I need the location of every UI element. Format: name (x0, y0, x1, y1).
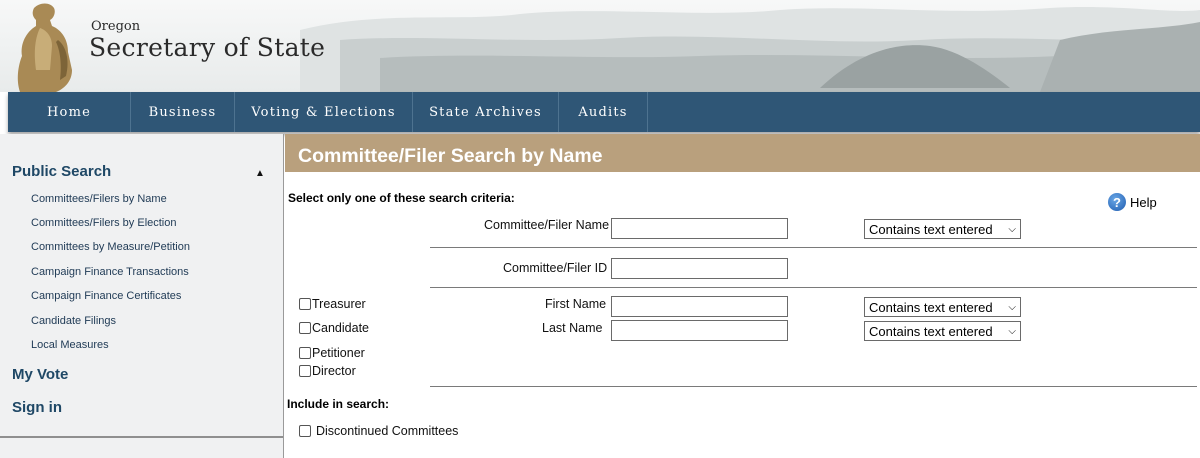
brand-title[interactable]: Secretary of State (89, 33, 325, 62)
nav-audits[interactable]: Audits (559, 92, 648, 132)
treasurer-checkbox[interactable]: Treasurer (299, 297, 366, 311)
brand-state-name: Oregon (91, 19, 141, 34)
first-name-match-value: Contains text entered (869, 299, 993, 315)
chevron-down-icon: ⌵ (1008, 301, 1016, 313)
last-name-match-value: Contains text entered (869, 323, 993, 339)
candidate-checkbox[interactable]: Candidate (299, 321, 369, 335)
help-label: Help (1130, 194, 1157, 210)
sidebar: Public Search ▲ Committees/Filers by Nam… (0, 134, 284, 458)
divider (430, 287, 1197, 288)
search-instructions: Select only one of these search criteria… (288, 191, 515, 205)
help-link[interactable]: ? Help (1108, 193, 1157, 211)
help-icon: ? (1108, 193, 1126, 211)
sidebar-link-local-measures[interactable]: Local Measures (31, 339, 109, 351)
main-navigation: Home Business Voting & Elections State A… (8, 92, 1200, 132)
committee-name-input[interactable] (611, 218, 788, 239)
include-in-search-label: Include in search: (287, 397, 390, 411)
chevron-down-icon: ⌵ (1008, 325, 1016, 337)
nav-state-archives[interactable]: State Archives (413, 92, 559, 132)
first-name-input[interactable] (611, 296, 788, 317)
committee-id-label: Committee/Filer ID (503, 261, 608, 275)
collapse-triangle-icon[interactable]: ▲ (255, 168, 265, 179)
page-title-bar: Committee/Filer Search by Name (285, 134, 1200, 172)
sidebar-sign-in[interactable]: Sign in (12, 399, 62, 416)
divider (430, 386, 1197, 387)
last-name-label: Last Name (542, 321, 603, 335)
sidebar-heading-public-search[interactable]: Public Search (12, 163, 111, 180)
divider (430, 247, 1197, 248)
sidebar-link-committees-by-measure[interactable]: Committees by Measure/Petition (31, 241, 190, 253)
site-header: Oregon Secretary of State (0, 0, 1200, 92)
page-title: Committee/Filer Search by Name (298, 145, 603, 167)
sidebar-link-committees-by-election[interactable]: Committees/Filers by Election (31, 217, 177, 229)
first-name-match-select[interactable]: Contains text entered ⌵ (864, 297, 1021, 317)
discontinued-committees-checkbox[interactable]: Discontinued Committees (299, 424, 458, 438)
sidebar-link-campaign-finance-transactions[interactable]: Campaign Finance Transactions (31, 266, 189, 278)
first-name-label: First Name (545, 297, 607, 311)
sidebar-link-committees-by-name[interactable]: Committees/Filers by Name (31, 193, 167, 205)
checkbox-box[interactable] (299, 347, 311, 359)
nav-business[interactable]: Business (131, 92, 235, 132)
sidebar-link-candidate-filings[interactable]: Candidate Filings (31, 315, 116, 327)
pioneer-statue-logo (17, 3, 72, 92)
committee-id-input[interactable] (611, 258, 788, 279)
last-name-match-select[interactable]: Contains text entered ⌵ (864, 321, 1021, 341)
checkbox-box[interactable] (299, 322, 311, 334)
checkbox-box[interactable] (299, 425, 311, 437)
committee-name-match-value: Contains text entered (869, 221, 993, 237)
nav-home[interactable]: Home (8, 92, 131, 132)
committee-name-match-select[interactable]: Contains text entered ⌵ (864, 219, 1021, 239)
director-checkbox[interactable]: Director (299, 364, 356, 378)
sidebar-divider (0, 436, 283, 438)
sidebar-link-campaign-finance-certificates[interactable]: Campaign Finance Certificates (31, 290, 181, 302)
nav-voting-elections[interactable]: Voting & Elections (235, 92, 413, 132)
checkbox-box[interactable] (299, 365, 311, 377)
last-name-input[interactable] (611, 320, 788, 341)
petitioner-checkbox[interactable]: Petitioner (299, 346, 365, 360)
sidebar-my-vote[interactable]: My Vote (12, 366, 68, 383)
chevron-down-icon: ⌵ (1008, 223, 1016, 235)
checkbox-box[interactable] (299, 298, 311, 310)
committee-name-label: Committee/Filer Name (484, 218, 610, 232)
